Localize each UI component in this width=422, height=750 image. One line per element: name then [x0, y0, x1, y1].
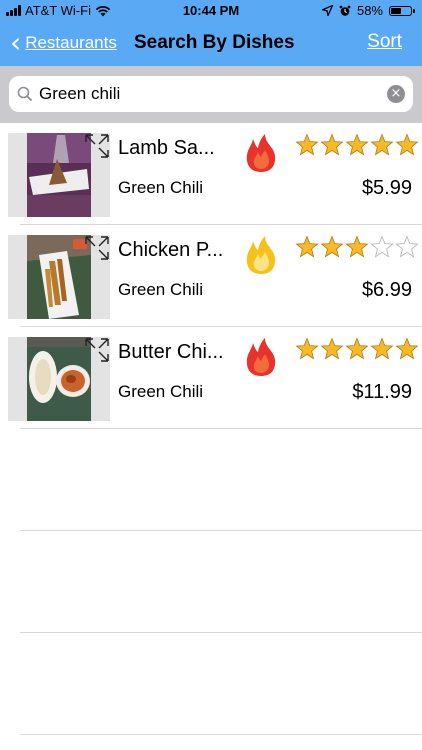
search-icon	[17, 86, 33, 102]
search-field[interactable]: ×	[9, 76, 413, 112]
star-empty-icon	[370, 235, 394, 258]
star-icon	[345, 337, 369, 360]
spicy-hot-icon	[246, 338, 276, 376]
dish-row[interactable]: Butter Chi... Green Chili $11.99	[0, 327, 422, 429]
dish-price: $5.99	[361, 177, 412, 199]
empty-row-divider	[20, 632, 422, 633]
status-bar: AT&T Wi-Fi 10:44 PM 58%	[0, 0, 422, 22]
alarm-clock-icon	[339, 5, 351, 16]
page-title: Search By Dishes	[134, 32, 295, 53]
status-right: 58%	[321, 3, 415, 18]
restaurant-name: Green Chili	[118, 382, 204, 401]
dish-row[interactable]: Lamb Sa... Green Chili $5.99	[0, 123, 422, 225]
dish-photo	[27, 235, 91, 319]
dish-name: Chicken P...	[118, 239, 224, 261]
star-icon	[345, 133, 369, 156]
top-bar: AT&T Wi-Fi 10:44 PM 58% ‹ Restaurants Se…	[0, 0, 422, 66]
chevron-left-icon: ‹	[10, 26, 22, 59]
dish-price: $6.99	[361, 279, 412, 301]
battery-fill	[391, 7, 402, 14]
rating-stars	[295, 235, 419, 259]
dish-photo	[27, 133, 91, 217]
star-icon	[395, 133, 419, 156]
expand-icon[interactable]	[84, 235, 110, 261]
dish-row[interactable]: Chicken P... Green Chili $6.99	[0, 225, 422, 327]
spicy-hot-icon	[246, 134, 276, 172]
dish-photo	[27, 337, 91, 421]
star-icon	[370, 133, 394, 156]
rating-stars	[295, 133, 419, 157]
location-arrow-icon	[321, 5, 333, 16]
empty-row-divider	[20, 734, 422, 735]
spicy-mild-icon	[246, 236, 276, 274]
sort-button[interactable]: Sort	[367, 31, 402, 53]
dish-price: $11.99	[352, 381, 412, 403]
expand-icon[interactable]	[84, 133, 110, 159]
back-button[interactable]: ‹ Restaurants	[10, 26, 117, 59]
star-icon	[295, 337, 319, 360]
row-divider	[20, 428, 422, 429]
restaurant-name: Green Chili	[118, 178, 204, 197]
star-icon	[320, 133, 344, 156]
rating-stars	[295, 337, 419, 361]
star-empty-icon	[395, 235, 419, 258]
search-input[interactable]	[39, 84, 387, 104]
expand-icon[interactable]	[84, 337, 110, 363]
star-icon	[295, 235, 319, 258]
battery-percent: 58%	[356, 3, 383, 18]
star-icon	[395, 337, 419, 360]
star-icon	[295, 133, 319, 156]
star-icon	[345, 235, 369, 258]
search-bar: ×	[0, 66, 422, 123]
star-icon	[320, 337, 344, 360]
star-icon	[320, 235, 344, 258]
empty-row-divider	[20, 530, 422, 531]
clear-search-icon[interactable]: ×	[387, 85, 405, 103]
dish-name: Butter Chi...	[118, 341, 224, 363]
battery-icon	[389, 5, 415, 16]
back-button-label: Restaurants	[25, 33, 117, 52]
restaurant-name: Green Chili	[118, 280, 204, 299]
star-icon	[370, 337, 394, 360]
dish-name: Lamb Sa...	[118, 137, 215, 159]
nav-bar: ‹ Restaurants Search By Dishes Sort	[0, 22, 422, 66]
